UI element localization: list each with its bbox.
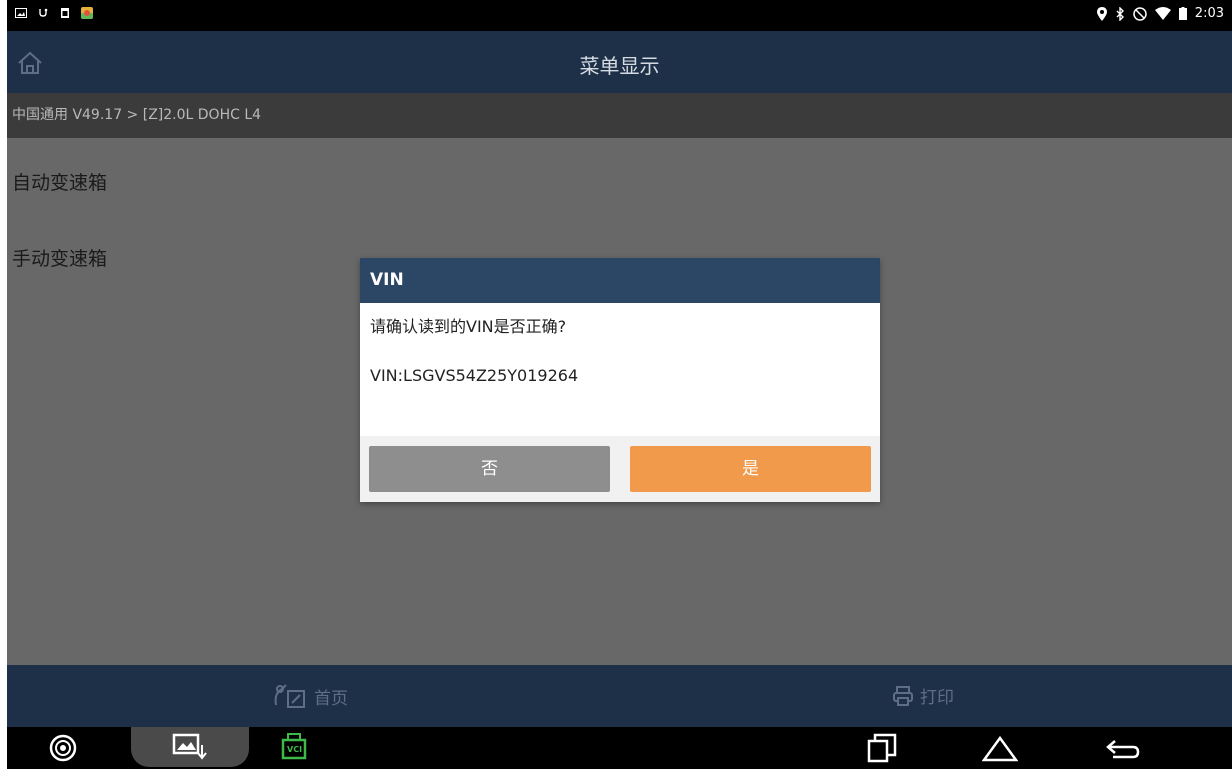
- status-time: 2:03: [1194, 6, 1224, 21]
- menu-item-automatic-transmission[interactable]: 自动变速箱: [12, 168, 107, 195]
- gallery-icon: [15, 8, 27, 18]
- dialog-footer: 否 是: [360, 436, 880, 502]
- vci-button[interactable]: VCI: [279, 732, 309, 762]
- menu-item-manual-transmission[interactable]: 手动变速箱: [12, 244, 107, 271]
- print-label: 打印: [920, 688, 954, 708]
- print-button[interactable]: 打印: [892, 683, 954, 708]
- home-page-label: 首页: [314, 688, 348, 709]
- bluetooth-icon: [1116, 6, 1124, 21]
- location-icon: [1096, 6, 1107, 21]
- bottom-toolbar: 首页 打印: [7, 665, 1232, 727]
- dialog-title: VIN: [360, 258, 880, 303]
- back-icon[interactable]: [1105, 733, 1141, 763]
- recent-apps-icon[interactable]: [867, 733, 897, 763]
- page-title: 菜单显示: [579, 54, 660, 78]
- clipboard-icon: [61, 8, 69, 18]
- usb-icon: [39, 8, 48, 17]
- do-not-disturb-icon: [1133, 6, 1147, 21]
- device-screen: 2:03 菜单显示 中国通用 V49.17 > [Z]2.0L DOHC L4 …: [7, 0, 1232, 769]
- navigation-bar: VCI: [7, 727, 1232, 769]
- screenshot-icon: [172, 733, 207, 760]
- app-icon: [81, 7, 93, 19]
- no-button[interactable]: 否: [369, 446, 610, 492]
- vin-confirm-dialog: VIN 请确认读到的VIN是否正确? VIN:LSGVS54Z25Y019264…: [360, 258, 880, 502]
- dialog-question: 请确认读到的VIN是否正确?: [370, 317, 567, 336]
- home-page-button[interactable]: 首页: [272, 683, 348, 709]
- android-home-icon[interactable]: [982, 733, 1018, 763]
- yes-button[interactable]: 是: [630, 446, 871, 492]
- screenshot-button[interactable]: [131, 727, 249, 767]
- app-title-bar: 菜单显示: [7, 31, 1232, 93]
- printer-icon: [893, 685, 913, 706]
- vci-label: VCI: [287, 745, 303, 754]
- dialog-vin-value: VIN:LSGVS54Z25Y019264: [370, 366, 579, 385]
- home-page-icon: [274, 684, 305, 708]
- browser-icon[interactable]: [48, 733, 78, 763]
- wifi-icon: [1154, 7, 1171, 20]
- status-bar: 2:03: [7, 0, 1232, 31]
- breadcrumb: 中国通用 V49.17 > [Z]2.0L DOHC L4: [7, 93, 1232, 138]
- battery-icon: [1178, 7, 1187, 20]
